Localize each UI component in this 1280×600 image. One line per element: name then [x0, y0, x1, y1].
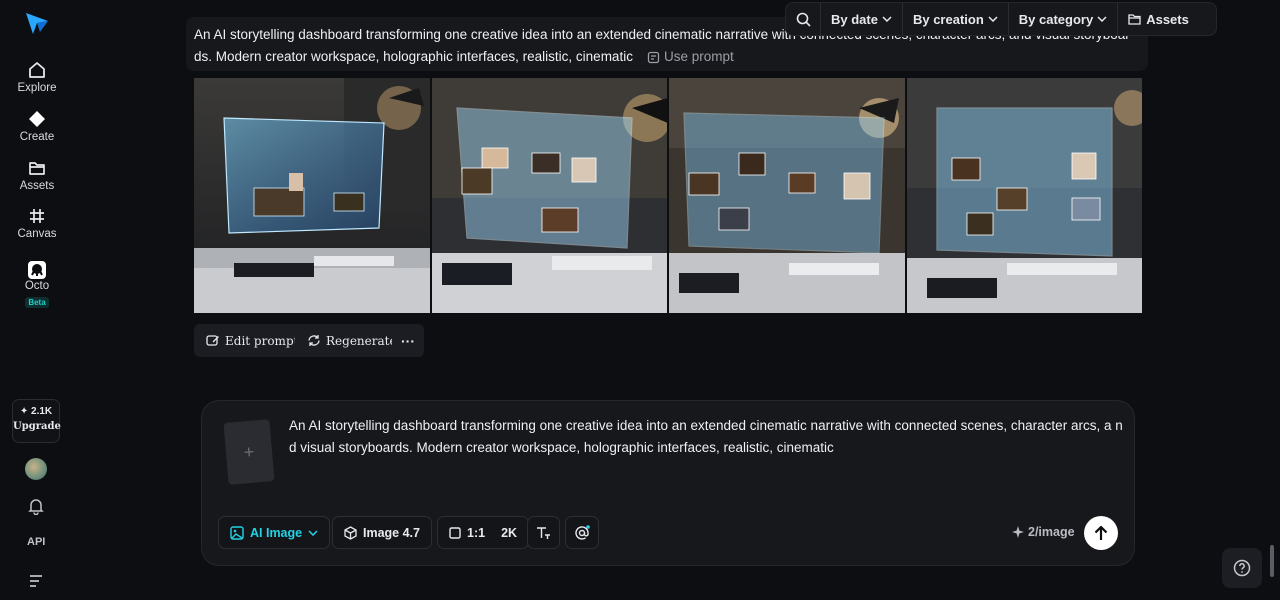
- regenerate-label: Regenerate: [326, 333, 397, 348]
- ratio-resolution-selector[interactable]: 1:1 2K: [437, 516, 530, 549]
- logo-icon[interactable]: [24, 10, 50, 36]
- by-date-label: By date: [831, 11, 878, 27]
- prompt-line-2: ds. Modern creator workspace, holographi…: [194, 49, 633, 64]
- by-creation-label: By creation: [912, 11, 984, 27]
- more-icon: ···: [401, 332, 415, 349]
- generated-image[interactable]: [194, 78, 430, 313]
- square-icon: [449, 526, 461, 539]
- bell-icon[interactable]: [27, 497, 45, 515]
- edit-icon: [206, 335, 219, 346]
- credits-count: ✦ 2.1K: [19, 406, 53, 417]
- sidebar-item-canvas[interactable]: Canvas: [0, 206, 74, 240]
- assets-button[interactable]: Assets: [1117, 3, 1199, 35]
- api-link[interactable]: API: [27, 536, 45, 548]
- beta-badge: Beta: [25, 297, 49, 308]
- mode-label: AI Image: [250, 525, 303, 540]
- sidebar-item-label: Assets: [19, 180, 55, 192]
- refresh-icon: [308, 335, 320, 346]
- ratio-label: 1:1: [467, 525, 486, 540]
- arrow-up-icon: [1094, 525, 1108, 540]
- text-icon: [537, 526, 550, 539]
- prompt-input[interactable]: An AI storytelling dashboard transformin…: [289, 415, 1125, 459]
- edit-prompt-button[interactable]: Edit prompt: [194, 324, 311, 357]
- home-icon: [29, 62, 45, 78]
- text-style-button[interactable]: [527, 516, 560, 549]
- image-icon: [230, 525, 244, 540]
- send-button[interactable]: [1084, 516, 1118, 550]
- use-prompt-label: Use prompt: [663, 49, 734, 64]
- sidebar-item-assets[interactable]: Assets: [0, 158, 74, 192]
- cube-icon: [344, 525, 357, 540]
- folder-icon: [29, 162, 45, 175]
- mode-selector[interactable]: AI Image: [218, 516, 331, 549]
- search-button[interactable]: [786, 3, 820, 35]
- at-icon: [575, 524, 590, 540]
- menu-icon[interactable]: [28, 574, 44, 588]
- assets-label: Assets: [1146, 11, 1189, 27]
- chevron-down-icon: [988, 16, 998, 22]
- generated-image[interactable]: [669, 78, 905, 313]
- avatar[interactable]: [25, 458, 47, 480]
- sidebar-item-label: Octo: [24, 280, 50, 292]
- use-prompt-button[interactable]: Use prompt: [647, 46, 734, 68]
- scrollbar[interactable]: [1270, 545, 1274, 577]
- sidebar-item-create[interactable]: Create: [0, 109, 74, 143]
- search-icon: [796, 12, 811, 27]
- sparkle-icon: [1012, 526, 1024, 538]
- generated-image[interactable]: [906, 78, 1142, 313]
- upgrade-label: Upgrade: [13, 421, 61, 432]
- diamond-icon: [29, 111, 45, 127]
- generated-image[interactable]: [431, 78, 667, 313]
- mention-button[interactable]: [565, 516, 599, 549]
- chevron-down-icon: [1097, 16, 1107, 22]
- sidebar: Explore Create Assets Canvas Octo Beta ✦…: [0, 0, 74, 600]
- help-icon: [1233, 559, 1251, 577]
- more-options-button[interactable]: ···: [392, 324, 424, 357]
- prompt-composer: + An AI storytelling dashboard transform…: [201, 400, 1135, 566]
- prompt-icon: [647, 51, 660, 63]
- chevron-down-icon: [882, 16, 892, 22]
- sidebar-item-octo[interactable]: Octo Beta: [0, 260, 74, 310]
- sidebar-item-label: Explore: [17, 82, 57, 94]
- credit-cost-label: 2/image: [1028, 525, 1075, 539]
- chevron-down-icon: [308, 529, 318, 536]
- sidebar-item-explore[interactable]: Explore: [0, 60, 74, 94]
- credit-cost: 2/image: [1012, 525, 1075, 539]
- edit-prompt-label: Edit prompt: [225, 333, 299, 348]
- sidebar-item-label: Canvas: [17, 228, 57, 240]
- upgrade-button[interactable]: ✦ 2.1K Upgrade: [12, 399, 61, 443]
- by-category-dropdown[interactable]: By category: [1007, 3, 1117, 35]
- by-category-label: By category: [1018, 11, 1094, 27]
- folder-icon: [1128, 14, 1141, 25]
- model-label: Image 4.7: [363, 525, 420, 540]
- by-creation-dropdown[interactable]: By creation: [901, 3, 1008, 35]
- resolution-label: 2K: [501, 525, 518, 540]
- plus-icon: +: [242, 441, 256, 462]
- add-reference-image-button[interactable]: +: [223, 419, 275, 485]
- by-date-dropdown[interactable]: By date: [820, 3, 902, 35]
- sidebar-item-label: Create: [19, 131, 55, 143]
- image-grid: [194, 78, 1142, 313]
- model-selector[interactable]: Image 4.7: [332, 516, 432, 549]
- grid-icon: [30, 209, 44, 223]
- octo-icon: [28, 261, 46, 279]
- help-button[interactable]: [1222, 548, 1262, 588]
- top-toolbar: By date By creation By category Assets: [785, 2, 1217, 36]
